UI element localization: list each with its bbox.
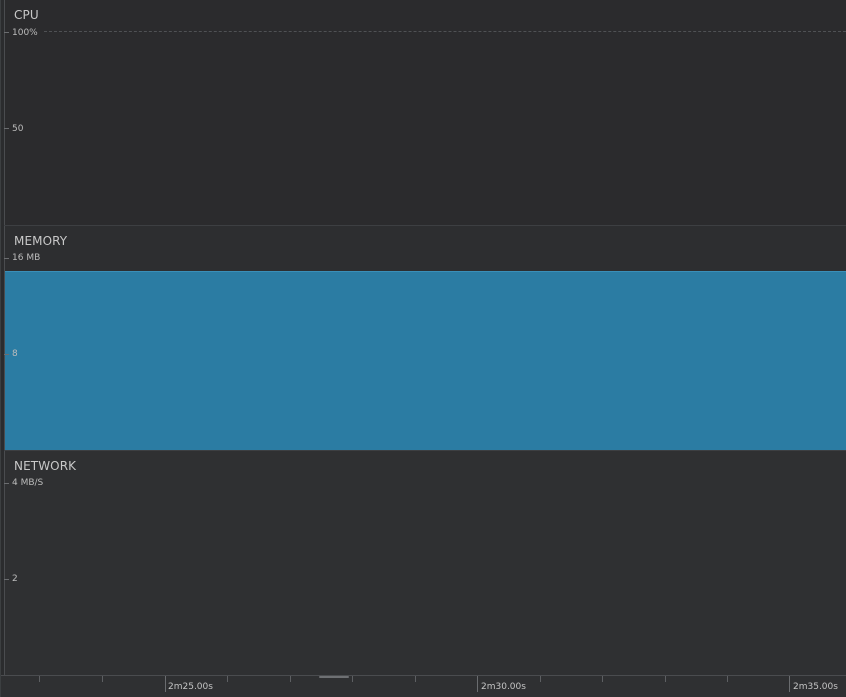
network-y-axis: [4, 451, 5, 675]
cpu-max-label: 100%: [12, 28, 38, 38]
time-tick-minor: [602, 676, 603, 682]
memory-mid-tick: [4, 354, 9, 355]
time-tick-major: [165, 676, 166, 692]
time-label-1: 2m25.00s: [168, 682, 213, 692]
cpu-y-axis: [4, 0, 5, 225]
memory-usage-area: [4, 272, 846, 450]
cpu-mid-tick: [4, 128, 9, 129]
time-tick-minor: [102, 676, 103, 682]
network-max-tick: [4, 483, 9, 484]
profiler-monitor: CPU 100% 50 MEMORY 16 MB 8 NETWORK 4 MB/…: [0, 0, 846, 697]
time-tick-minor: [227, 676, 228, 682]
time-tick-minor: [727, 676, 728, 682]
cpu-max-tick: [4, 32, 9, 33]
cpu-max-line: [44, 31, 846, 32]
memory-y-axis: [4, 226, 5, 450]
memory-title: MEMORY: [14, 234, 68, 248]
time-tick-minor: [415, 676, 416, 682]
memory-monitor-panel[interactable]: MEMORY 16 MB 8: [4, 226, 846, 451]
time-tick-major: [477, 676, 478, 692]
time-axis[interactable]: 2m25.00s 2m30.00s 2m35.00s: [1, 675, 846, 697]
time-tick-minor: [352, 676, 353, 682]
time-label-2: 2m30.00s: [481, 682, 526, 692]
time-tick-minor: [39, 676, 40, 682]
network-mid-label: 2: [12, 574, 18, 584]
network-max-label: 4 MB/S: [12, 478, 44, 488]
cpu-monitor-panel[interactable]: CPU 100% 50: [4, 0, 846, 226]
cpu-title: CPU: [14, 8, 39, 22]
timeline-scroll-handle[interactable]: [319, 676, 349, 678]
memory-max-label: 16 MB: [12, 253, 41, 263]
cpu-mid-label: 50: [12, 124, 24, 134]
time-tick-minor: [665, 676, 666, 682]
network-mid-tick: [4, 579, 9, 580]
time-tick-minor: [290, 676, 291, 682]
network-monitor-panel[interactable]: NETWORK 4 MB/S 2: [4, 451, 846, 675]
network-title: NETWORK: [14, 459, 77, 473]
memory-mid-label: 8: [12, 349, 18, 359]
time-label-3: 2m35.00s: [793, 682, 838, 692]
time-tick-minor: [540, 676, 541, 682]
time-tick-major: [789, 676, 790, 692]
memory-max-tick: [4, 258, 9, 259]
